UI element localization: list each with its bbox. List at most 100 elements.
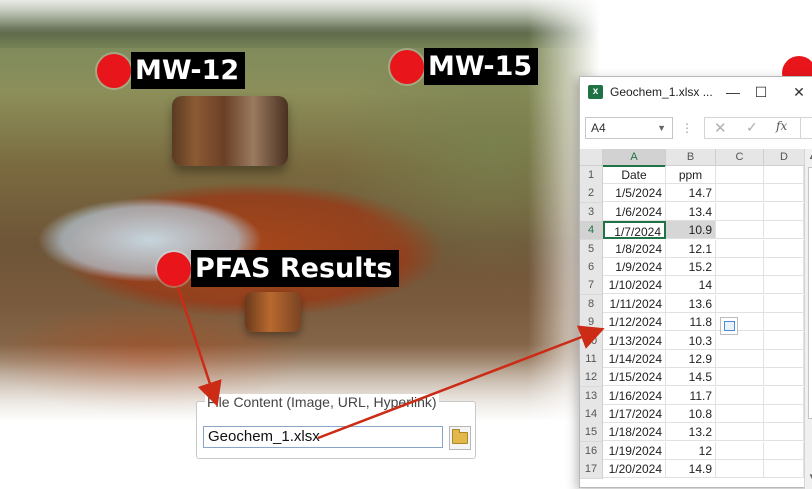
quick-analysis-icon[interactable] [720, 317, 738, 335]
cell[interactable]: 1/10/2024 [603, 276, 666, 295]
cell[interactable]: 10.9 [666, 221, 716, 240]
cell[interactable]: 1/17/2024 [603, 405, 666, 424]
cell[interactable] [716, 257, 764, 276]
cancel-icon[interactable]: ✕ [714, 119, 727, 137]
cell[interactable] [764, 239, 804, 258]
row-header[interactable]: 15 [580, 423, 603, 443]
cell[interactable] [716, 221, 764, 240]
name-box[interactable]: A4 ▼ [585, 117, 673, 139]
cell[interactable]: 15.2 [666, 257, 716, 276]
cell[interactable]: 1/19/2024 [603, 441, 666, 460]
cell[interactable]: 14.7 [666, 184, 716, 203]
cell[interactable]: 1/13/2024 [603, 331, 666, 350]
cell[interactable]: 11.8 [666, 313, 716, 332]
cell[interactable] [716, 202, 764, 221]
cell[interactable]: 10.3 [666, 331, 716, 350]
cell[interactable] [764, 460, 804, 479]
cell[interactable] [716, 166, 764, 184]
cell[interactable] [716, 276, 764, 295]
cell[interactable] [764, 313, 804, 332]
file-content-input[interactable]: Geochem_1.xlsx [203, 426, 443, 448]
cell[interactable]: 1/7/2024 [603, 221, 666, 240]
minimize-button[interactable]: — [722, 81, 744, 103]
cell[interactable] [764, 257, 804, 276]
formula-input[interactable] [800, 117, 812, 139]
cell[interactable] [716, 239, 764, 258]
cell[interactable] [764, 423, 804, 442]
cell[interactable]: 1/6/2024 [603, 202, 666, 221]
cell[interactable] [716, 405, 764, 424]
row-header[interactable]: 11 [580, 349, 603, 369]
row-header[interactable]: 4 [580, 221, 603, 241]
select-all-corner[interactable] [580, 149, 603, 166]
cell[interactable] [764, 166, 804, 184]
cell[interactable]: 1/14/2024 [603, 349, 666, 368]
cell[interactable]: 1/15/2024 [603, 368, 666, 387]
cell[interactable]: 1/18/2024 [603, 423, 666, 442]
enter-icon[interactable]: ✓ [746, 119, 758, 136]
cell[interactable] [716, 368, 764, 387]
column-header-c[interactable]: C [716, 149, 764, 166]
row-header[interactable]: 7 [580, 276, 603, 296]
browse-button[interactable] [449, 426, 471, 450]
cell[interactable] [764, 202, 804, 221]
row-header[interactable]: 17 [580, 460, 603, 480]
column-header-d[interactable]: D [764, 149, 805, 166]
cell[interactable]: 14.5 [666, 368, 716, 387]
maximize-button[interactable]: ☐ [750, 81, 772, 103]
cell[interactable] [764, 386, 804, 405]
row-header[interactable]: 9 [580, 313, 603, 333]
marker-pfas-results[interactable]: PFAS Results [157, 250, 399, 287]
vertical-scrollbar[interactable]: ▲ ▼ [804, 149, 812, 489]
cell[interactable]: 1/16/2024 [603, 386, 666, 405]
cell[interactable] [764, 276, 804, 295]
cell[interactable]: 12.9 [666, 349, 716, 368]
column-header-b[interactable]: B [666, 149, 716, 166]
row-header[interactable]: 1 [580, 166, 603, 185]
cell[interactable]: 12.1 [666, 239, 716, 258]
cell[interactable]: Date [603, 166, 666, 184]
cell[interactable]: 12 [666, 441, 716, 460]
cell[interactable]: 13.6 [666, 294, 716, 313]
cell[interactable]: 1/11/2024 [603, 294, 666, 313]
insert-function-icon[interactable]: fx [776, 119, 787, 133]
cell[interactable] [764, 294, 804, 313]
marker-mw-12[interactable]: MW-12 [97, 52, 246, 89]
cell[interactable] [716, 349, 764, 368]
row-header[interactable]: 13 [580, 386, 603, 406]
row-header[interactable]: 16 [580, 441, 603, 461]
cell[interactable] [716, 460, 764, 479]
close-button[interactable]: ✕ [788, 81, 810, 103]
cell[interactable] [716, 184, 764, 203]
cell[interactable] [764, 405, 804, 424]
cell[interactable]: 10.8 [666, 405, 716, 424]
column-header-a[interactable]: A [603, 149, 666, 167]
cell[interactable]: 14.9 [666, 460, 716, 479]
row-header[interactable]: 2 [580, 184, 603, 204]
cell[interactable]: ppm [666, 166, 716, 184]
cell[interactable]: 13.4 [666, 202, 716, 221]
cell[interactable] [716, 423, 764, 442]
row-header[interactable]: 3 [580, 202, 603, 222]
row-header[interactable]: 5 [580, 239, 603, 259]
cell[interactable] [764, 349, 804, 368]
scrollbar-thumb[interactable] [808, 167, 812, 419]
cell[interactable] [764, 368, 804, 387]
cell[interactable] [716, 441, 764, 460]
cell[interactable] [716, 294, 764, 313]
cell[interactable] [764, 184, 804, 203]
cell[interactable] [764, 331, 804, 350]
cell[interactable]: 1/20/2024 [603, 460, 666, 479]
row-header[interactable]: 6 [580, 257, 603, 277]
cell[interactable]: 13.2 [666, 423, 716, 442]
cell[interactable]: 11.7 [666, 386, 716, 405]
scroll-up-icon[interactable]: ▲ [808, 152, 812, 161]
marker-mw-15[interactable]: MW-15 [390, 48, 539, 85]
row-header[interactable]: 14 [580, 405, 603, 425]
row-header[interactable]: 10 [580, 331, 603, 351]
row-header[interactable]: 8 [580, 294, 603, 314]
cell[interactable] [764, 441, 804, 460]
cell[interactable]: 1/9/2024 [603, 257, 666, 276]
cell[interactable]: 1/12/2024 [603, 313, 666, 332]
cell[interactable]: 14 [666, 276, 716, 295]
